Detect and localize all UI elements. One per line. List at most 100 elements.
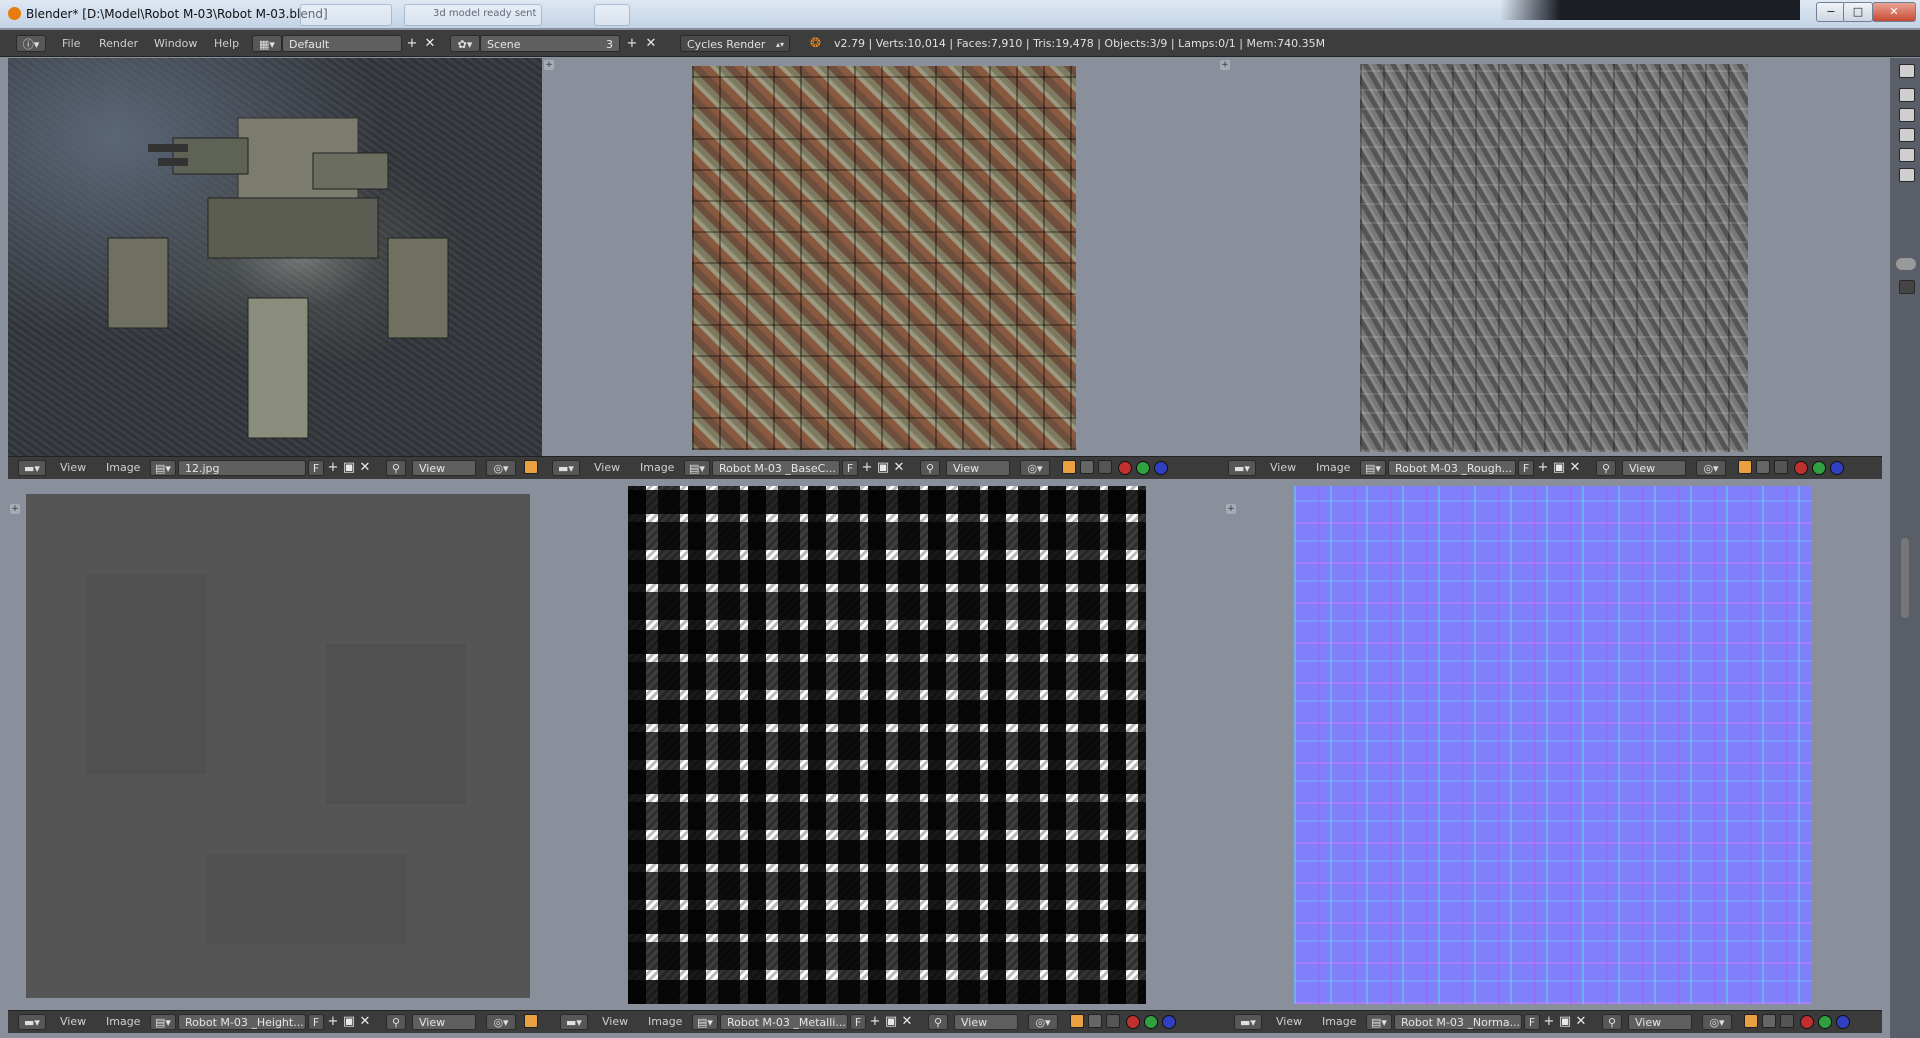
new-image-button[interactable]: + xyxy=(1542,1014,1556,1030)
add-screen-button[interactable]: + xyxy=(404,35,420,52)
menu-image[interactable]: Image xyxy=(1322,1014,1356,1030)
pin-icon[interactable]: ⚲ xyxy=(920,460,940,476)
background-tab[interactable] xyxy=(300,4,392,26)
area-corner-icon[interactable]: + xyxy=(1220,60,1230,70)
open-image-icon[interactable]: ▣ xyxy=(876,460,890,476)
camera-icon[interactable] xyxy=(1899,168,1915,182)
image-editor-5[interactable] xyxy=(550,480,1224,1010)
image-name-field[interactable]: Robot M-03 _Rough... xyxy=(1388,460,1516,476)
blue-channel-icon[interactable] xyxy=(1154,461,1168,475)
editor-type-button[interactable]: ▬▾ xyxy=(1228,460,1256,476)
red-channel-icon[interactable] xyxy=(1118,461,1132,475)
fake-user-button[interactable]: F xyxy=(842,460,858,476)
pivot-icon[interactable]: ◎▾ xyxy=(486,460,516,476)
render-slot-icon[interactable] xyxy=(1738,460,1752,474)
menu-image[interactable]: Image xyxy=(640,460,674,476)
editor-type-button[interactable]: ▬▾ xyxy=(560,1014,588,1030)
info-editor-type-button[interactable]: ⓘ▾ xyxy=(16,35,46,52)
render-slot-icon[interactable] xyxy=(1744,1014,1758,1028)
blue-channel-icon[interactable] xyxy=(1836,1015,1850,1029)
new-image-button[interactable]: + xyxy=(326,1014,340,1030)
editor-type-button[interactable]: ▬▾ xyxy=(552,460,580,476)
unlink-image-button[interactable]: ✕ xyxy=(892,460,906,476)
channel-display-icon[interactable] xyxy=(1098,460,1112,474)
render-slot-icon[interactable] xyxy=(1070,1014,1084,1028)
scene-icon[interactable]: ✿▾ xyxy=(450,35,480,52)
render-engine-dropdown[interactable]: Cycles Render ▴▾ xyxy=(680,35,790,52)
render-slot-icon[interactable] xyxy=(524,1014,538,1028)
menu-help[interactable]: Help xyxy=(214,35,239,52)
pin-icon[interactable]: ⚲ xyxy=(386,460,406,476)
pin-icon[interactable]: ⚲ xyxy=(1602,1014,1622,1030)
new-image-button[interactable]: + xyxy=(1536,460,1550,476)
scrollbar-handle[interactable] xyxy=(1896,258,1916,270)
browse-image-button[interactable]: ▤▾ xyxy=(692,1014,718,1030)
menu-view[interactable]: View xyxy=(594,460,620,476)
channel-display-icon[interactable] xyxy=(1780,1014,1794,1028)
browse-image-button[interactable]: ▤▾ xyxy=(150,460,176,476)
pivot-icon[interactable]: ◎▾ xyxy=(1696,460,1726,476)
object-icon[interactable] xyxy=(1899,148,1915,162)
minimize-button[interactable]: − xyxy=(1816,2,1846,22)
remove-scene-button[interactable]: ✕ xyxy=(643,35,659,52)
alpha-checker-icon[interactable] xyxy=(1756,460,1770,474)
red-channel-icon[interactable] xyxy=(1794,461,1808,475)
channel-display-icon[interactable] xyxy=(1774,460,1788,474)
fake-user-button[interactable]: F xyxy=(308,460,324,476)
close-button[interactable]: ✕ xyxy=(1872,2,1916,22)
area-corner-icon[interactable]: + xyxy=(544,60,554,70)
unlink-image-button[interactable]: ✕ xyxy=(1574,1014,1588,1030)
green-channel-icon[interactable] xyxy=(1812,461,1826,475)
image-name-field[interactable]: Robot M-03 _BaseC... xyxy=(712,460,840,476)
fake-user-button[interactable]: F xyxy=(850,1014,866,1030)
remove-screen-button[interactable]: ✕ xyxy=(422,35,438,52)
open-image-icon[interactable]: ▣ xyxy=(342,460,356,476)
image-name-field[interactable]: Robot M-03 _Height... xyxy=(178,1014,306,1030)
red-channel-icon[interactable] xyxy=(1800,1015,1814,1029)
scene-field[interactable]: Scene 3 xyxy=(480,35,620,52)
alpha-checker-icon[interactable] xyxy=(1080,460,1094,474)
pivot-icon[interactable]: ◎▾ xyxy=(1020,460,1050,476)
maximize-button[interactable]: □ xyxy=(1843,2,1873,22)
menu-image[interactable]: Image xyxy=(106,1014,140,1030)
render-slot-icon[interactable] xyxy=(524,460,538,474)
display-mode-dropdown[interactable]: View xyxy=(1628,1014,1692,1030)
green-channel-icon[interactable] xyxy=(1818,1015,1832,1029)
fake-user-button[interactable]: F xyxy=(1524,1014,1540,1030)
outliner-icon[interactable] xyxy=(1899,64,1915,78)
screen-layout-icon[interactable]: ▦▾ xyxy=(252,35,282,52)
editor-type-button[interactable]: ▬▾ xyxy=(18,460,46,476)
display-mode-dropdown[interactable]: View xyxy=(946,460,1010,476)
new-image-button[interactable]: + xyxy=(326,460,340,476)
blue-channel-icon[interactable] xyxy=(1830,461,1844,475)
image-name-field[interactable]: Robot M-03 _Norma... xyxy=(1394,1014,1522,1030)
world-icon[interactable] xyxy=(1899,128,1915,142)
pin-icon[interactable]: ⚲ xyxy=(1596,460,1616,476)
image-editor-4[interactable]: + xyxy=(8,480,550,1010)
menu-view[interactable]: View xyxy=(1270,460,1296,476)
image-editor-1[interactable] xyxy=(8,58,542,456)
menu-file[interactable]: File xyxy=(62,35,80,52)
image-name-field[interactable]: 12.jpg xyxy=(178,460,306,476)
pivot-icon[interactable]: ◎▾ xyxy=(1028,1014,1058,1030)
pivot-icon[interactable]: ◎▾ xyxy=(1702,1014,1732,1030)
image-editor-3[interactable]: + xyxy=(1218,58,1882,456)
pin-icon[interactable]: ⚲ xyxy=(928,1014,948,1030)
display-mode-dropdown[interactable]: View xyxy=(954,1014,1018,1030)
screen-layout-field[interactable]: Default xyxy=(282,35,402,52)
fake-user-button[interactable]: F xyxy=(1518,460,1534,476)
image-name-field[interactable]: Robot M-03 _Metalli... xyxy=(720,1014,848,1030)
browse-image-button[interactable]: ▤▾ xyxy=(684,460,710,476)
new-image-button[interactable]: + xyxy=(860,460,874,476)
background-tab[interactable] xyxy=(594,4,630,26)
properties-icon[interactable] xyxy=(1899,280,1915,294)
display-mode-dropdown[interactable]: View xyxy=(412,460,476,476)
menu-view[interactable]: View xyxy=(1276,1014,1302,1030)
menu-view[interactable]: View xyxy=(60,460,86,476)
editor-type-button[interactable]: ▬▾ xyxy=(1234,1014,1262,1030)
area-corner-icon[interactable]: + xyxy=(1226,504,1236,514)
open-image-icon[interactable]: ▣ xyxy=(1552,460,1566,476)
scene-icon[interactable] xyxy=(1899,108,1915,122)
menu-view[interactable]: View xyxy=(60,1014,86,1030)
channel-display-icon[interactable] xyxy=(1106,1014,1120,1028)
